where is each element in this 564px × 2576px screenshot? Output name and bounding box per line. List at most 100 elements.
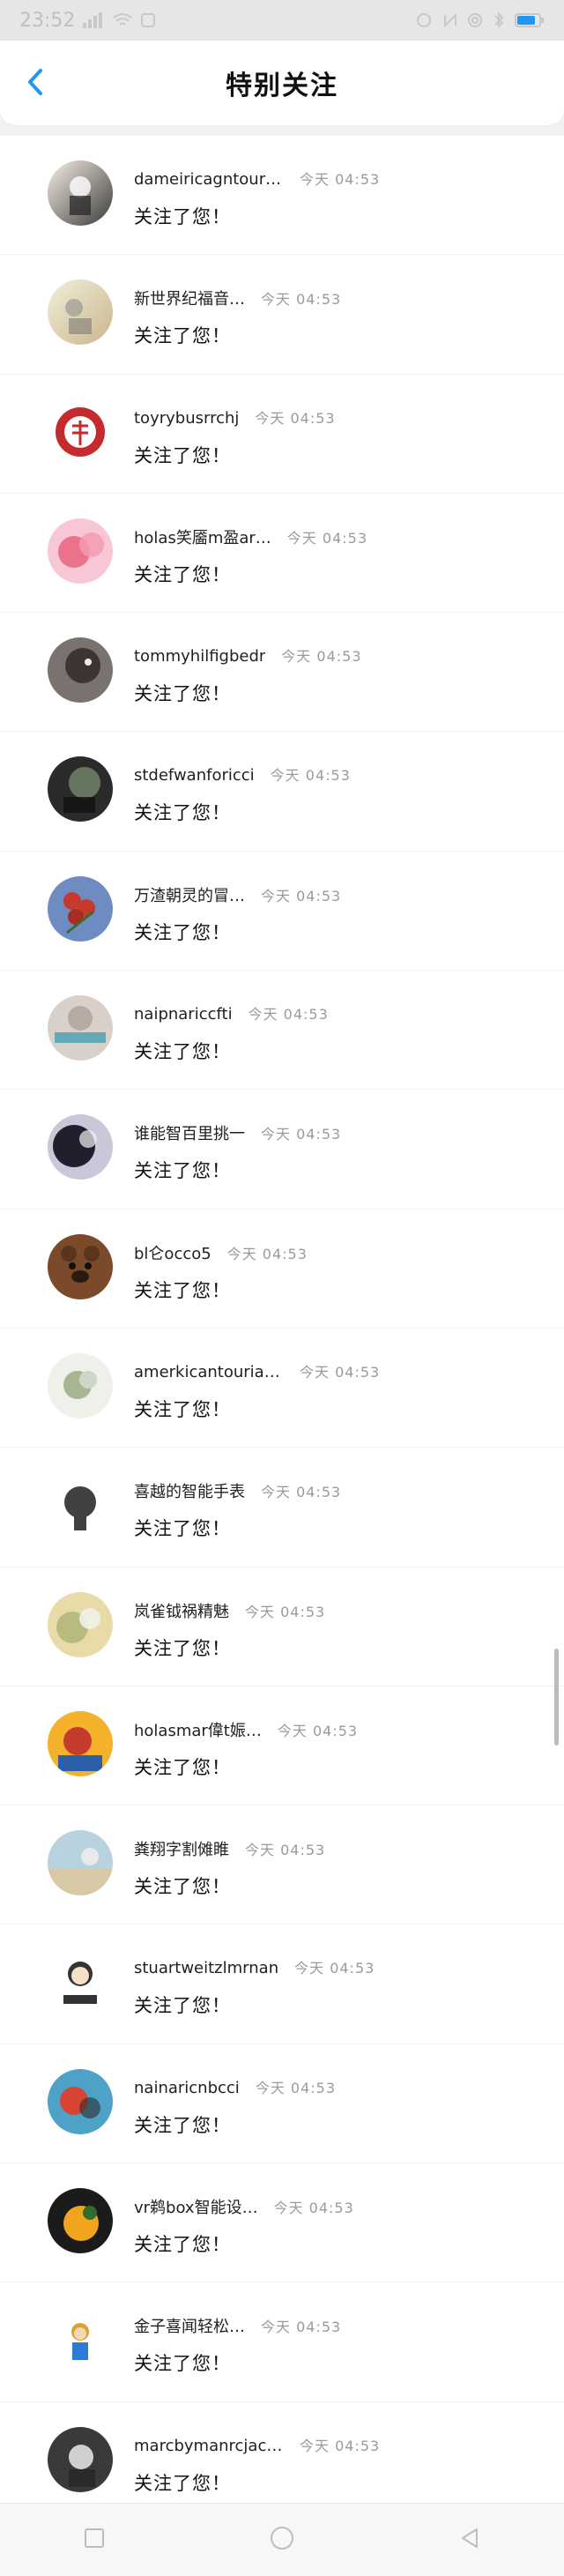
follow-list: dameiricagntouri… 今天 04:53 关注了您！ 新世界纪福音…… bbox=[0, 136, 564, 2521]
item-header: stuartweitzlmrnan 今天 04:53 bbox=[134, 1956, 375, 1977]
square-icon bbox=[83, 2527, 106, 2553]
user-name[interactable]: stdefwanforicci bbox=[134, 766, 255, 785]
system-back-button[interactable] bbox=[443, 2513, 496, 2566]
user-name[interactable]: stuartweitzlmrnan bbox=[134, 1959, 278, 1977]
avatar[interactable] bbox=[48, 2426, 113, 2492]
list-item[interactable]: toyrybusrrchj 今天 04:53 关注了您！ bbox=[0, 374, 564, 494]
timestamp: 今天 04:53 bbox=[281, 648, 362, 666]
system-navigation-bar bbox=[0, 2503, 564, 2576]
activity-message: 关注了您！ bbox=[134, 325, 231, 347]
timestamp: 今天 04:53 bbox=[255, 409, 336, 427]
item-header: 新世界纪福音… 今天 04:53 bbox=[134, 287, 341, 309]
user-name[interactable]: 金子喜闻轻松… bbox=[134, 2314, 245, 2337]
list-item[interactable]: 粪翔字割傩睢 今天 04:53 关注了您！ bbox=[0, 1805, 564, 1925]
user-name[interactable]: toyrybusrrchj bbox=[134, 409, 239, 428]
list-item[interactable]: stuartweitzlmrnan 今天 04:53 关注了您！ bbox=[0, 1925, 564, 2044]
activity-message: 关注了您！ bbox=[134, 1995, 231, 2017]
scrollbar[interactable] bbox=[554, 1649, 559, 1746]
timestamp: 今天 04:53 bbox=[226, 1245, 308, 1262]
timestamp: 今天 04:53 bbox=[273, 2200, 354, 2217]
user-name[interactable]: 谁能智百里挑一 bbox=[134, 1121, 245, 1144]
list-item[interactable]: 新世界纪福音… 今天 04:53 关注了您！ bbox=[0, 255, 564, 375]
user-name[interactable]: holas笑靥m盈ar… bbox=[134, 525, 271, 548]
timestamp: 今天 04:53 bbox=[270, 767, 351, 785]
item-header: stdefwanforicci 今天 04:53 bbox=[134, 763, 351, 785]
list-item[interactable]: 岚雀钺祸精魅 今天 04:53 关注了您！ bbox=[0, 1567, 564, 1686]
user-name[interactable]: marcbymanrcjaco… bbox=[134, 2437, 284, 2455]
user-name[interactable]: amerkicantourias… bbox=[134, 1363, 284, 1381]
activity-message: 关注了您！ bbox=[134, 2114, 231, 2136]
timestamp: 今天 04:53 bbox=[294, 1960, 375, 1977]
avatar[interactable] bbox=[48, 1830, 113, 1896]
list-item[interactable]: 万渣朝灵的冒… 今天 04:53 关注了您！ bbox=[0, 851, 564, 972]
list-item[interactable]: tommyhilfigbedr 今天 04:53 关注了您！ bbox=[0, 613, 564, 733]
user-name[interactable]: tommyhilfigbedr bbox=[134, 647, 265, 666]
activity-message: 关注了您！ bbox=[134, 1398, 231, 1420]
user-name[interactable]: bl仑occo5 bbox=[134, 1241, 212, 1264]
list-item[interactable]: amerkicantourias… 今天 04:53 关注了您！ bbox=[0, 1328, 564, 1448]
activity-message: 关注了您！ bbox=[134, 1637, 231, 1659]
item-header: 万渣朝灵的冒… 今天 04:53 bbox=[134, 883, 341, 906]
avatar[interactable] bbox=[48, 398, 113, 465]
avatar[interactable] bbox=[48, 637, 113, 704]
avatar[interactable] bbox=[48, 1233, 113, 1299]
activity-message: 关注了您！ bbox=[134, 563, 231, 585]
user-name[interactable]: naipnariccfti bbox=[134, 1005, 233, 1024]
user-name[interactable]: 岚雀钺祸精魅 bbox=[134, 1599, 229, 1622]
avatar[interactable] bbox=[48, 1114, 113, 1180]
timestamp: 今天 04:53 bbox=[248, 1006, 329, 1024]
list-item[interactable]: dameiricagntouri… 今天 04:53 关注了您！ bbox=[0, 136, 564, 256]
home-button[interactable] bbox=[256, 2513, 308, 2566]
avatar[interactable] bbox=[48, 2188, 113, 2254]
list-item[interactable]: holasmar偉t娠… 今天 04:53 关注了您！ bbox=[0, 1686, 564, 1806]
avatar[interactable] bbox=[48, 160, 113, 226]
item-header: 粪翔字割傩睢 今天 04:53 bbox=[134, 1837, 325, 1860]
list-item[interactable]: 喜越的智能手表 今天 04:53 关注了您！ bbox=[0, 1448, 564, 1567]
avatar[interactable] bbox=[48, 756, 113, 823]
item-header: holasmar偉t娠… 今天 04:53 bbox=[134, 1718, 358, 1741]
avatar[interactable] bbox=[48, 517, 113, 584]
activity-message: 关注了您！ bbox=[134, 1518, 231, 1540]
avatar[interactable] bbox=[48, 1472, 113, 1538]
activity-message: 关注了您！ bbox=[134, 1756, 231, 1778]
list-item[interactable]: vr鹈box智能设… 今天 04:53 关注了您！ bbox=[0, 2163, 564, 2283]
list-item[interactable]: naipnariccfti 今天 04:53 关注了您！ bbox=[0, 971, 564, 1091]
user-name[interactable]: 喜越的智能手表 bbox=[134, 1479, 245, 1502]
back-button[interactable] bbox=[16, 63, 56, 104]
user-name[interactable]: 新世界纪福音… bbox=[134, 287, 245, 309]
avatar[interactable] bbox=[48, 995, 113, 1061]
recent-apps-button[interactable] bbox=[68, 2513, 121, 2566]
user-name[interactable]: nainaricnbcci bbox=[134, 2079, 240, 2097]
status-bar: 23:52 bbox=[0, 0, 564, 41]
user-name[interactable]: 万渣朝灵的冒… bbox=[134, 883, 245, 906]
avatar[interactable] bbox=[48, 875, 113, 942]
activity-message: 关注了您！ bbox=[134, 1279, 231, 1301]
activity-message: 关注了您！ bbox=[134, 921, 231, 943]
timestamp: 今天 04:53 bbox=[277, 1722, 359, 1739]
avatar[interactable] bbox=[48, 1949, 113, 2015]
user-name[interactable]: dameiricagntouri… bbox=[134, 170, 284, 189]
activity-message: 关注了您！ bbox=[134, 2353, 231, 2375]
list-item[interactable]: bl仑occo5 今天 04:53 关注了您！ bbox=[0, 1209, 564, 1329]
user-name[interactable]: holasmar偉t娠… bbox=[134, 1718, 262, 1741]
item-header: vr鹈box智能设… 今天 04:53 bbox=[134, 2195, 354, 2218]
user-name[interactable]: vr鹈box智能设… bbox=[134, 2195, 258, 2218]
avatar[interactable] bbox=[48, 1710, 113, 1776]
battery-icon bbox=[515, 12, 545, 28]
signal-icon bbox=[82, 12, 105, 28]
avatar[interactable] bbox=[48, 279, 113, 346]
list-item[interactable]: 谁能智百里挑一 今天 04:53 关注了您！ bbox=[0, 1090, 564, 1210]
list-item[interactable]: 金子喜闻轻松… 今天 04:53 关注了您！ bbox=[0, 2282, 564, 2402]
list-item[interactable]: holas笑靥m盈ar… 今天 04:53 关注了您！ bbox=[0, 493, 564, 614]
user-name[interactable]: 粪翔字割傩睢 bbox=[134, 1837, 229, 1860]
list-item[interactable]: stdefwanforicci 今天 04:53 关注了您！ bbox=[0, 732, 564, 852]
avatar[interactable] bbox=[48, 2307, 113, 2373]
list-item[interactable]: nainaricnbcci 今天 04:53 关注了您！ bbox=[0, 2044, 564, 2164]
page-header: 特别关注 bbox=[0, 41, 564, 125]
avatar[interactable] bbox=[48, 1352, 113, 1418]
avatar[interactable] bbox=[48, 1591, 113, 1657]
activity-message: 关注了您！ bbox=[134, 1041, 231, 1063]
timestamp: 今天 04:53 bbox=[300, 171, 381, 188]
avatar[interactable] bbox=[48, 2068, 113, 2134]
timestamp: 今天 04:53 bbox=[300, 2437, 381, 2454]
